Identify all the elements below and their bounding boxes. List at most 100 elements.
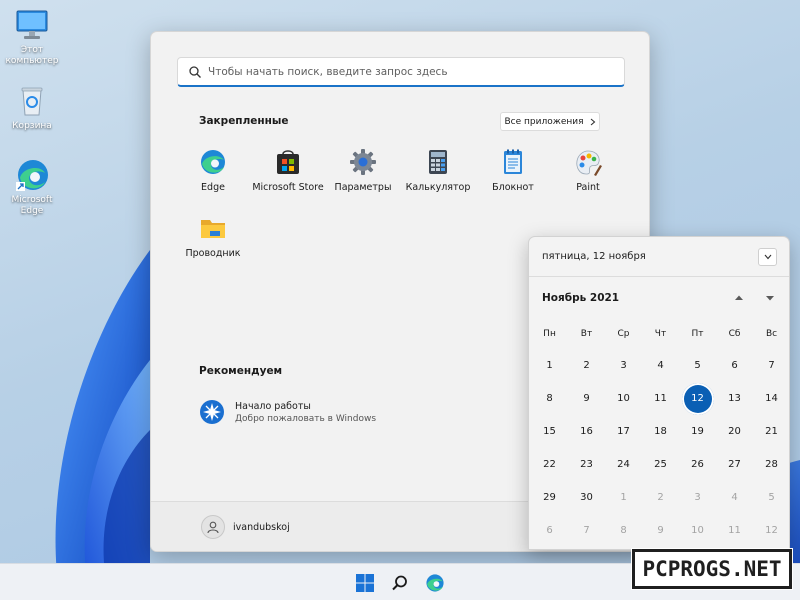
- calendar-day[interactable]: 3: [605, 349, 642, 382]
- calendar-day[interactable]: 5: [753, 481, 789, 514]
- start-button[interactable]: [352, 570, 378, 596]
- calendar-day[interactable]: 7: [753, 349, 789, 382]
- all-apps-button[interactable]: Все приложения: [500, 112, 600, 131]
- pinned-app-explorer[interactable]: Проводник: [173, 214, 253, 259]
- calendar-day[interactable]: 11: [642, 382, 679, 415]
- calendar-day[interactable]: 9: [568, 382, 605, 415]
- next-month-icon[interactable]: [765, 293, 775, 303]
- calendar-day[interactable]: 2: [568, 349, 605, 382]
- calendar-day[interactable]: 15: [531, 415, 568, 448]
- pinned-app-label: Проводник: [185, 248, 241, 259]
- user-name: ivandubskoj: [233, 521, 290, 533]
- calendar-day[interactable]: 4: [716, 481, 753, 514]
- calendar-day[interactable]: 29: [531, 481, 568, 514]
- calendar-day[interactable]: 20: [716, 415, 753, 448]
- calendar-day[interactable]: 6: [531, 514, 568, 547]
- pinned-app-calculator[interactable]: Калькулятор: [398, 148, 478, 193]
- calendar-day[interactable]: 14: [753, 382, 789, 415]
- calculator-icon: [424, 148, 452, 176]
- desktop-icon-label: Этот компьютер: [5, 45, 59, 66]
- calendar-day[interactable]: 18: [642, 415, 679, 448]
- pinned-app-label: Параметры: [334, 182, 392, 193]
- recommended-item-get-started[interactable]: Начало работы Добро пожаловать в Windows: [199, 399, 376, 425]
- calendar-day[interactable]: 9: [642, 514, 679, 547]
- recommended-item-title: Начало работы: [235, 400, 311, 412]
- pinned-app-label: Edge: [201, 182, 225, 193]
- calendar-day[interactable]: 21: [753, 415, 789, 448]
- search-icon: [392, 575, 407, 591]
- weekday-header: Ср: [617, 329, 630, 339]
- weekday-header: Чт: [654, 329, 667, 339]
- calendar-day[interactable]: 5: [679, 349, 716, 382]
- search-box[interactable]: [177, 57, 625, 87]
- calendar-month-row: Ноябрь 2021: [529, 277, 789, 319]
- calendar-day-number: 6: [546, 525, 553, 536]
- calendar-day-number: 2: [657, 492, 664, 503]
- calendar-collapse-button[interactable]: [758, 248, 777, 266]
- calendar-day-today[interactable]: 12: [679, 382, 716, 415]
- calendar-day-number: 13: [728, 393, 741, 404]
- calendar-day[interactable]: 25: [642, 448, 679, 481]
- search-input[interactable]: [208, 65, 618, 78]
- edge-icon: [199, 148, 227, 176]
- taskbar-search-button[interactable]: [387, 570, 413, 596]
- monitor-icon: [14, 8, 50, 42]
- desktop-icon-this-pc[interactable]: Этот компьютер: [0, 8, 64, 67]
- pinned-app-settings[interactable]: Параметры: [323, 148, 403, 193]
- calendar-full-date: пятница, 12 ноября: [542, 251, 646, 262]
- calendar-day[interactable]: 19: [679, 415, 716, 448]
- calendar-day[interactable]: 27: [716, 448, 753, 481]
- calendar-day[interactable]: 10: [679, 514, 716, 547]
- chevron-right-icon: [590, 118, 595, 125]
- pinned-app-store[interactable]: Microsoft Store: [248, 148, 328, 193]
- calendar-day-number: 3: [694, 492, 701, 503]
- calendar-day-number: 26: [691, 459, 704, 470]
- desktop-icon-label: Корзина: [12, 121, 52, 131]
- edge-icon: [426, 574, 444, 592]
- calendar-day-number: 9: [657, 525, 664, 536]
- calendar-day[interactable]: 3: [679, 481, 716, 514]
- calendar-day[interactable]: 6: [716, 349, 753, 382]
- pinned-app-notepad[interactable]: Блокнот: [473, 148, 553, 193]
- calendar-day-number: 15: [543, 426, 556, 437]
- calendar-day[interactable]: 17: [605, 415, 642, 448]
- calendar-day[interactable]: 22: [531, 448, 568, 481]
- user-account-button[interactable]: ivandubskoj: [201, 515, 290, 539]
- paint-icon: [574, 148, 602, 176]
- calendar-day[interactable]: 11: [716, 514, 753, 547]
- calendar-day[interactable]: 1: [531, 349, 568, 382]
- calendar-day[interactable]: 2: [642, 481, 679, 514]
- weekday-header: Сб: [728, 329, 741, 339]
- chevron-down-icon: [764, 254, 771, 260]
- pinned-title: Закрепленные: [199, 115, 289, 127]
- calendar-day[interactable]: 30: [568, 481, 605, 514]
- calendar-day[interactable]: 12: [753, 514, 789, 547]
- desktop-icon-edge[interactable]: Microsoft Edge: [0, 158, 64, 217]
- calendar-month-label[interactable]: Ноябрь 2021: [542, 292, 619, 304]
- calendar-day[interactable]: 10: [605, 382, 642, 415]
- search-icon: [189, 65, 201, 78]
- calendar-day-number: 12: [681, 382, 714, 415]
- taskbar-edge-button[interactable]: [422, 570, 448, 596]
- calendar-day-number: 22: [543, 459, 556, 470]
- store-icon: [274, 148, 302, 176]
- calendar-day[interactable]: 23: [568, 448, 605, 481]
- avatar: [201, 515, 225, 539]
- calendar-day-number: 14: [765, 393, 778, 404]
- calendar-header: пятница, 12 ноября: [529, 237, 789, 277]
- calendar-day[interactable]: 7: [568, 514, 605, 547]
- calendar-day[interactable]: 4: [642, 349, 679, 382]
- calendar-day[interactable]: 8: [531, 382, 568, 415]
- calendar-day[interactable]: 26: [679, 448, 716, 481]
- calendar-day[interactable]: 13: [716, 382, 753, 415]
- calendar-day[interactable]: 16: [568, 415, 605, 448]
- previous-month-icon[interactable]: [734, 293, 744, 303]
- desktop-icon-recycle-bin[interactable]: Корзина: [0, 84, 64, 132]
- calendar-day[interactable]: 1: [605, 481, 642, 514]
- calendar-day[interactable]: 24: [605, 448, 642, 481]
- calendar-day[interactable]: 28: [753, 448, 789, 481]
- pinned-app-edge[interactable]: Edge: [173, 148, 253, 193]
- calendar-day-number: 18: [654, 426, 667, 437]
- pinned-app-paint[interactable]: Paint: [548, 148, 628, 193]
- calendar-day[interactable]: 8: [605, 514, 642, 547]
